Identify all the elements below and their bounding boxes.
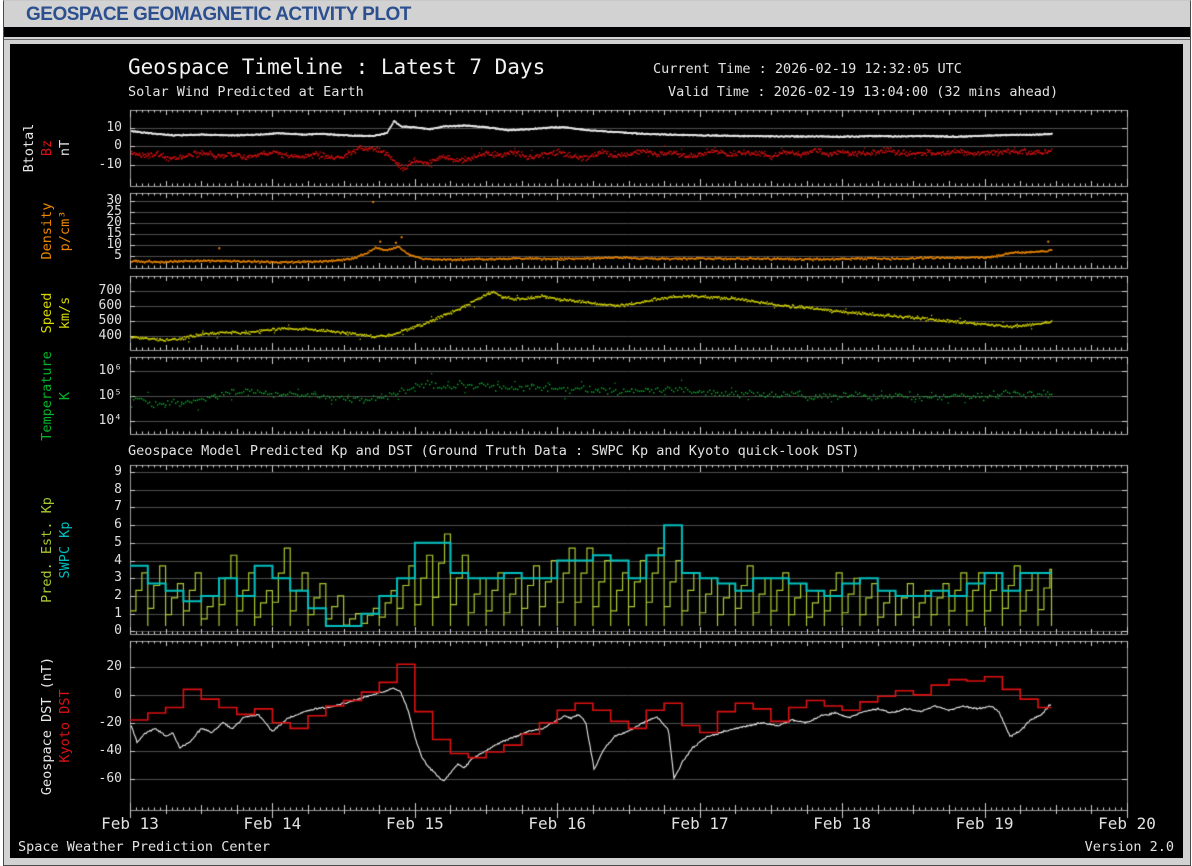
axis-label-kp: Pred. Est. Kp xyxy=(39,496,55,603)
footer-version: Version 2.0 xyxy=(1084,839,1174,855)
axis-label-imf: nT xyxy=(57,139,73,157)
content-frame-border xyxy=(4,39,1190,40)
axis-label-temperature: K xyxy=(57,391,73,400)
plot-title: Geospace Timeline : Latest 7 Days xyxy=(128,55,546,79)
x-axis-label: Feb 20 xyxy=(1098,814,1156,833)
axis-label-dst: Geospace DST (nT) xyxy=(39,656,55,795)
x-axis-label: Feb 13 xyxy=(101,814,159,833)
y-tick-label: -10 xyxy=(98,156,122,172)
footer-credit: Space Weather Prediction Center xyxy=(18,839,270,855)
x-axis-label: Feb 17 xyxy=(670,814,729,833)
header-divider-bar xyxy=(4,27,1190,37)
x-axis-label: Feb 14 xyxy=(243,814,302,833)
solar-wind-subtitle: Solar Wind Predicted at Earth xyxy=(128,84,364,100)
axis-label-imf: Bz xyxy=(39,139,55,157)
x-axis-label: Feb 18 xyxy=(813,814,872,833)
axis-label-speed: Speed xyxy=(39,292,55,334)
y-tick-label: 9 xyxy=(114,464,122,480)
axis-label-density: Density xyxy=(39,202,55,259)
axis-label-speed: km/s xyxy=(57,296,73,330)
x-axis-label: Feb 19 xyxy=(955,814,1014,833)
y-tick-label: 1 xyxy=(114,605,122,621)
x-axis-label: Feb 16 xyxy=(528,814,587,833)
axis-label-temperature: Temperature xyxy=(39,350,55,441)
y-tick-label: 8 xyxy=(114,481,122,497)
axis-label-kp: SWPC Kp xyxy=(57,521,73,578)
x-axis-label: Feb 15 xyxy=(385,814,444,833)
valid-time-label: Valid Time : 2026-02-19 13:04:00 (32 min… xyxy=(668,84,1059,100)
axis-label-density: p/cm³ xyxy=(57,210,73,251)
page-title: GEOSPACE GEOMAGNETIC ACTIVITY PLOT xyxy=(26,4,411,25)
kp-dst-subtitle: Geospace Model Predicted Kp and DST (Gro… xyxy=(128,443,860,459)
geospace-plot: Geospace Timeline : Latest 7 Days Curren… xyxy=(10,44,1183,858)
page: GEOSPACE GEOMAGNETIC ACTIVITY PLOT Geosp… xyxy=(3,0,1191,866)
axis-label-dst: Kyoto DST xyxy=(57,688,73,763)
current-time-label: Current Time : 2026-02-19 12:32:05 UTC xyxy=(653,61,962,77)
axis-label-imf: Btotal xyxy=(21,123,37,173)
y-tick-label: 0 xyxy=(114,623,122,639)
y-tick-label: 10 xyxy=(106,119,122,135)
